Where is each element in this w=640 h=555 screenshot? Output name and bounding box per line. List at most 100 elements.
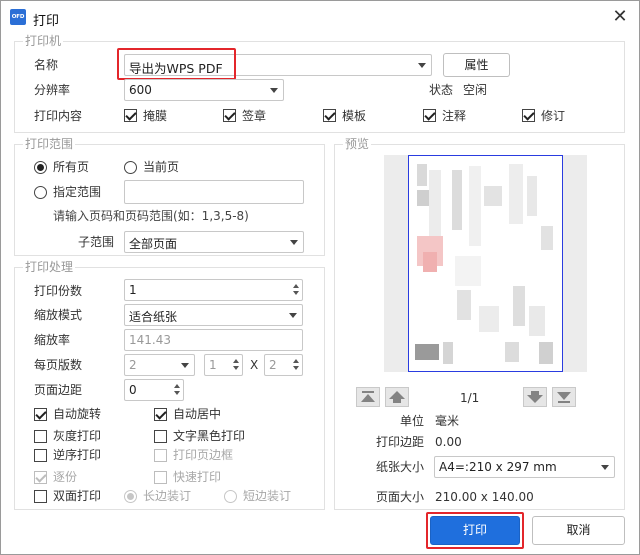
reverse-order-checkbox[interactable] — [34, 449, 47, 462]
preview-content-block — [509, 164, 523, 224]
page-margin-value: 0 — [129, 383, 137, 397]
short-edge-radio[interactable] — [224, 490, 237, 503]
quick-print-checkbox[interactable] — [154, 471, 167, 484]
print-border-checkbox[interactable] — [154, 449, 167, 462]
range-input[interactable] — [124, 180, 304, 204]
preview-content-block — [455, 256, 481, 286]
spinner-icon[interactable] — [174, 383, 180, 397]
grid-x-label: X — [250, 358, 259, 372]
spinner-icon[interactable] — [293, 358, 299, 372]
print-border-label: 打印页边框 — [173, 448, 234, 462]
print-content-label: 打印内容 — [34, 109, 83, 123]
content-revision-checkbox[interactable] — [522, 109, 535, 122]
specified-range-radio[interactable] — [34, 186, 47, 199]
page-size-label: 页面大小 — [376, 490, 425, 504]
quick-print-label: 快速打印 — [173, 470, 222, 484]
text-black-label: 文字黑色打印 — [173, 429, 246, 443]
processing-group-label: 打印处理 — [23, 260, 76, 274]
paper-size-select[interactable]: A4=:210 x 297 mm — [434, 456, 615, 478]
preview-content-block — [527, 176, 537, 216]
content-seal-label: 签章 — [242, 109, 267, 123]
grayscale-label: 灰度打印 — [53, 429, 102, 443]
print-margin-value: 0.00 — [435, 435, 462, 449]
chevron-down-icon — [181, 363, 189, 368]
preview-content-block — [469, 166, 481, 246]
page-margin-input[interactable]: 0 — [124, 379, 184, 401]
long-edge-radio[interactable] — [124, 490, 137, 503]
last-page-button[interactable] — [552, 387, 576, 407]
preview-content-block — [443, 342, 453, 364]
scale-rate-label: 缩放率 — [34, 333, 71, 347]
auto-rotate-checkbox[interactable] — [34, 408, 47, 421]
paper-size-label: 纸张大小 — [376, 460, 425, 474]
preview-content-block — [513, 286, 525, 326]
auto-rotate-label: 自动旋转 — [53, 407, 102, 421]
cancel-button[interactable]: 取消 — [532, 516, 625, 545]
chevron-down-icon — [289, 313, 297, 318]
print-button[interactable]: 打印 — [430, 516, 520, 545]
subrange-select[interactable]: 全部页面 — [124, 231, 304, 253]
preview-content-block — [429, 170, 441, 240]
text-black-checkbox[interactable] — [154, 430, 167, 443]
unit-value: 毫米 — [435, 414, 460, 428]
scale-mode-label: 缩放模式 — [34, 308, 83, 322]
grayscale-checkbox[interactable] — [34, 430, 47, 443]
print-dialog: OFD 打印 ✕ 打印机 名称 导出为WPS PDF 属性 分辨率 600 状态… — [0, 0, 640, 555]
content-template-checkbox[interactable] — [323, 109, 336, 122]
preview-content-block — [541, 226, 553, 250]
preview-content-block — [539, 342, 553, 364]
range-group-label: 打印范围 — [23, 137, 76, 151]
spinner-icon[interactable] — [293, 283, 299, 297]
preview-content-block — [479, 306, 499, 332]
content-mask-checkbox[interactable] — [124, 109, 137, 122]
last-page-icon — [557, 392, 571, 403]
copies-input[interactable]: 1 — [124, 279, 303, 301]
reverse-order-label: 逆序打印 — [53, 448, 102, 462]
content-template-label: 模板 — [342, 109, 367, 123]
chevron-down-icon — [418, 63, 426, 68]
next-page-button[interactable] — [523, 387, 547, 407]
grid-rows-input[interactable]: 2 — [264, 354, 303, 376]
prev-page-button[interactable] — [385, 387, 409, 407]
close-icon[interactable]: ✕ — [609, 6, 631, 28]
scale-mode-select[interactable]: 适合纸张 — [124, 304, 303, 326]
first-page-button[interactable] — [356, 387, 380, 407]
current-page-radio[interactable] — [124, 161, 137, 174]
spinner-icon[interactable] — [233, 358, 239, 372]
content-annotation-checkbox[interactable] — [423, 109, 436, 122]
title-bar: OFD 打印 ✕ — [1, 1, 639, 34]
content-annotation-label: 注释 — [442, 109, 467, 123]
content-seal-checkbox[interactable] — [223, 109, 236, 122]
all-pages-radio[interactable] — [34, 161, 47, 174]
preview-content-block — [415, 344, 439, 360]
dialog-title: 打印 — [33, 14, 60, 29]
chevron-down-icon — [601, 465, 609, 470]
prev-page-icon — [389, 391, 405, 403]
pages-per-sheet-select[interactable]: 2 — [124, 354, 195, 376]
preview-content-block — [423, 252, 437, 272]
duplex-checkbox[interactable] — [34, 490, 47, 503]
short-edge-label: 短边装订 — [243, 489, 292, 503]
preview-page — [408, 155, 563, 372]
collate-label: 逐份 — [53, 470, 78, 484]
specified-range-label: 指定范围 — [53, 185, 102, 199]
resolution-select[interactable]: 600 — [124, 79, 284, 101]
current-page-label: 当前页 — [143, 160, 180, 174]
scale-rate-value: 141.43 — [129, 333, 171, 347]
status-value: 空闲 — [463, 83, 488, 97]
pages-per-sheet-label: 每页版数 — [34, 358, 83, 372]
collate-checkbox[interactable] — [34, 471, 47, 484]
grid-cols-value: 1 — [209, 358, 217, 372]
printer-name-highlight — [117, 48, 236, 80]
scale-rate-input[interactable]: 141.43 — [124, 329, 303, 351]
subrange-value: 全部页面 — [129, 237, 178, 251]
unit-label: 单位 — [400, 414, 425, 428]
printer-group-label: 打印机 — [23, 34, 64, 48]
resolution-label: 分辨率 — [34, 83, 71, 97]
grid-cols-input[interactable]: 1 — [204, 354, 243, 376]
preview-content-block — [505, 342, 519, 362]
auto-center-checkbox[interactable] — [154, 408, 167, 421]
properties-button[interactable]: 属性 — [443, 53, 510, 77]
next-page-icon — [527, 391, 543, 403]
page-indicator: 1/1 — [460, 391, 480, 405]
